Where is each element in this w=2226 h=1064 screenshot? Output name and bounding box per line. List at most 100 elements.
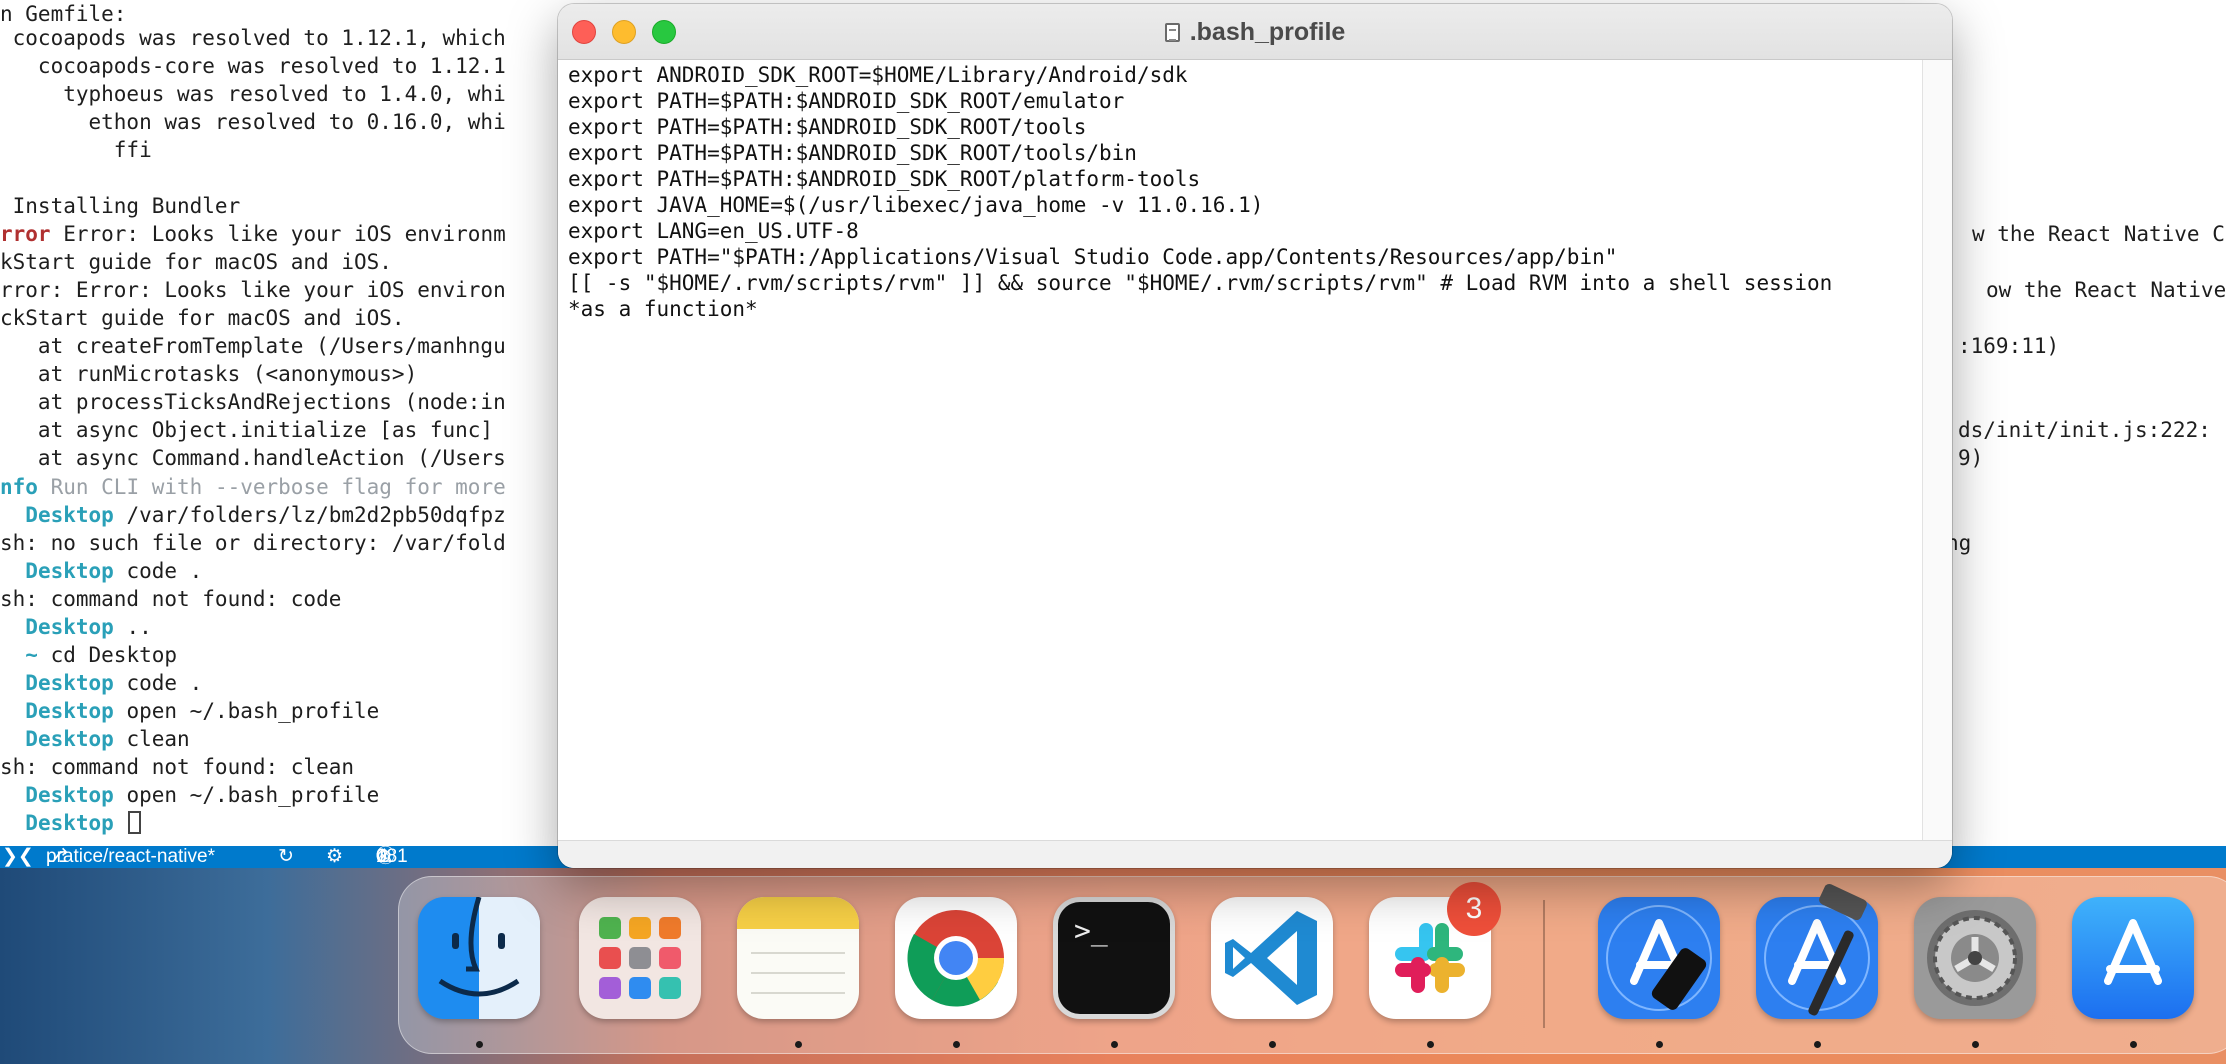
prompt-dir: Desktop <box>25 783 114 807</box>
error-text: Error: Looks like your iOS environm <box>50 222 506 246</box>
terminal-line: sh: no such file or directory: /var/fold <box>0 531 506 555</box>
terminal-cursor <box>128 811 142 834</box>
terminal-line: sh: command not found: code <box>0 587 342 611</box>
zoom-button[interactable] <box>652 20 676 44</box>
info-tag: nfo <box>0 475 38 499</box>
running-indicator <box>2130 1041 2137 1048</box>
prompt-dir: Desktop <box>25 503 114 527</box>
terminal-line: nfo Run CLI with --verbose flag for more <box>0 473 506 501</box>
prompt-home: ~ <box>25 643 38 667</box>
terminal-line: cocoapods was resolved to 1.12.1, which <box>0 26 506 50</box>
prompt-dir: Desktop <box>25 699 114 723</box>
terminal-line: rror Error: Looks like your iOS environm <box>0 220 506 248</box>
running-indicator <box>795 1041 802 1048</box>
running-indicator <box>953 1041 960 1048</box>
sync-icon[interactable]: ↻ <box>278 846 294 868</box>
terminal-line: Desktop clean <box>0 725 190 753</box>
prompt-cmd: open ~/.bash_profile <box>113 783 380 807</box>
terminal-line-right: ds/init/init.js:222: <box>1958 418 2211 442</box>
running-indicator <box>1111 1041 1118 1048</box>
prompt-cmd: code . <box>113 559 203 583</box>
terminal-line-right: ow the React Native <box>1986 278 2226 302</box>
terminal-line: sh: command not found: clean <box>0 755 355 779</box>
editor-line: export PATH=$PATH:$ANDROID_SDK_ROOT/emul… <box>568 89 1125 113</box>
running-indicator <box>1814 1041 1821 1048</box>
prompt-dir: Desktop <box>25 727 114 751</box>
editor-line: export PATH=$PATH:$ANDROID_SDK_ROOT/tool… <box>568 141 1137 165</box>
terminal-line-right: w the React Native C <box>1972 222 2225 246</box>
notes-icon[interactable] <box>737 897 859 1019</box>
window-title-text: .bash_profile <box>1189 18 1346 46</box>
debug-icon[interactable]: ⚙ <box>326 846 343 868</box>
info-count: 181 <box>376 846 408 867</box>
terminal-line: typhoeus was resolved to 1.4.0, whi <box>0 82 506 106</box>
branch-name: pratice/react-native* <box>46 846 215 867</box>
running-indicator <box>1427 1041 1434 1048</box>
terminal-icon[interactable]: >_ <box>1053 897 1175 1019</box>
close-button[interactable] <box>572 20 596 44</box>
prompt-dir: Desktop <box>25 811 114 835</box>
editor-line: [[ -s "$HOME/.rvm/scripts/rvm" ]] && sou… <box>568 271 1833 295</box>
chrome-icon[interactable] <box>895 897 1017 1019</box>
terminal-line: ~ cd Desktop <box>0 641 177 669</box>
simulator-icon[interactable] <box>1598 897 1720 1019</box>
window-bottom-bar <box>558 840 1952 868</box>
terminal-line-right: :169:11) <box>1958 334 2060 358</box>
system-preferences-icon[interactable] <box>1914 897 2036 1019</box>
xcode-icon[interactable] <box>1756 883 1878 1019</box>
prompt-dir: Desktop <box>25 559 114 583</box>
window-title: .bash_profile <box>558 4 1952 60</box>
document-icon <box>1164 23 1180 42</box>
editor-line: export PATH="$PATH:/Applications/Visual … <box>568 245 1618 269</box>
running-indicator <box>1269 1041 1276 1048</box>
terminal-line: at async Command.handleAction (/Users <box>0 446 506 470</box>
terminal-line: Desktop .. <box>0 613 152 641</box>
notification-badge: 3 <box>1447 882 1501 936</box>
prompt-dir: Desktop <box>25 671 114 695</box>
terminal-line: rror: Error: Looks like your iOS environ <box>0 278 506 302</box>
terminal-line: Desktop code . <box>0 669 202 697</box>
dock-separator <box>1543 900 1545 1028</box>
editor-line: *as a function* <box>568 297 758 321</box>
running-indicator <box>1656 1041 1663 1048</box>
terminal-line-right: 9) <box>1958 446 1984 470</box>
error-tag: rror <box>0 222 51 246</box>
terminal-line: ckStart guide for macOS and iOS. <box>0 306 405 330</box>
running-indicator <box>476 1041 483 1048</box>
vertical-scrollbar[interactable] <box>1922 60 1952 840</box>
terminal-line: Desktop /var/folders/lz/bm2d2pb50dqfpz <box>0 501 506 529</box>
terminal-line: at async Object.initialize [as func] <box>0 418 494 442</box>
prompt-dir: Desktop <box>25 615 114 639</box>
launchpad-icon[interactable] <box>579 897 701 1019</box>
prompt-cmd: code . <box>113 671 203 695</box>
bash-profile-window[interactable]: .bash_profile export ANDROID_SDK_ROOT=$H… <box>558 4 1952 868</box>
terminal-line: at runMicrotasks (<anonymous>) <box>0 362 418 386</box>
prompt-cmd: .. <box>113 615 152 639</box>
running-indicator <box>1972 1041 1979 1048</box>
terminal-line: Desktop open ~/.bash_profile <box>0 697 379 725</box>
terminal-line: Desktop code . <box>0 557 202 585</box>
terminal-line: cocoapods-core was resolved to 1.12.1 <box>0 54 506 78</box>
editor-line: export PATH=$PATH:$ANDROID_SDK_ROOT/tool… <box>568 115 1087 139</box>
app-store-icon[interactable] <box>2072 897 2194 1019</box>
finder-icon[interactable] <box>418 897 540 1019</box>
terminal-line: ffi <box>0 138 152 162</box>
terminal-prompt-glyph: >_ <box>1058 902 1170 1014</box>
terminal-line: at createFromTemplate (/Users/manhngu <box>0 334 506 358</box>
terminal-line: Installing Bundler <box>0 194 241 218</box>
prompt-cmd: /var/folders/lz/bm2d2pb50dqfpz <box>113 503 506 527</box>
terminal-line: ethon was resolved to 0.16.0, whi <box>0 110 506 134</box>
editor-line: export PATH=$PATH:$ANDROID_SDK_ROOT/plat… <box>568 167 1201 191</box>
editor-line: export ANDROID_SDK_ROOT=$HOME/Library/An… <box>568 63 1188 87</box>
remote-icon[interactable]: ❯❮ <box>2 846 34 868</box>
minimize-button[interactable] <box>612 20 636 44</box>
prompt-cmd: cd Desktop <box>37 643 178 667</box>
vscode-icon[interactable] <box>1211 897 1333 1019</box>
window-titlebar[interactable]: .bash_profile <box>558 4 1952 60</box>
editor-line: export LANG=en_US.UTF-8 <box>568 219 859 243</box>
terminal-line: at processTicksAndRejections (node:in <box>0 390 506 414</box>
text-editor-area[interactable]: export ANDROID_SDK_ROOT=$HOME/Library/An… <box>558 60 1922 840</box>
terminal-line: Desktop open ~/.bash_profile <box>0 781 379 809</box>
prompt-cmd: clean <box>113 727 190 751</box>
prompt-cmd: open ~/.bash_profile <box>113 699 380 723</box>
